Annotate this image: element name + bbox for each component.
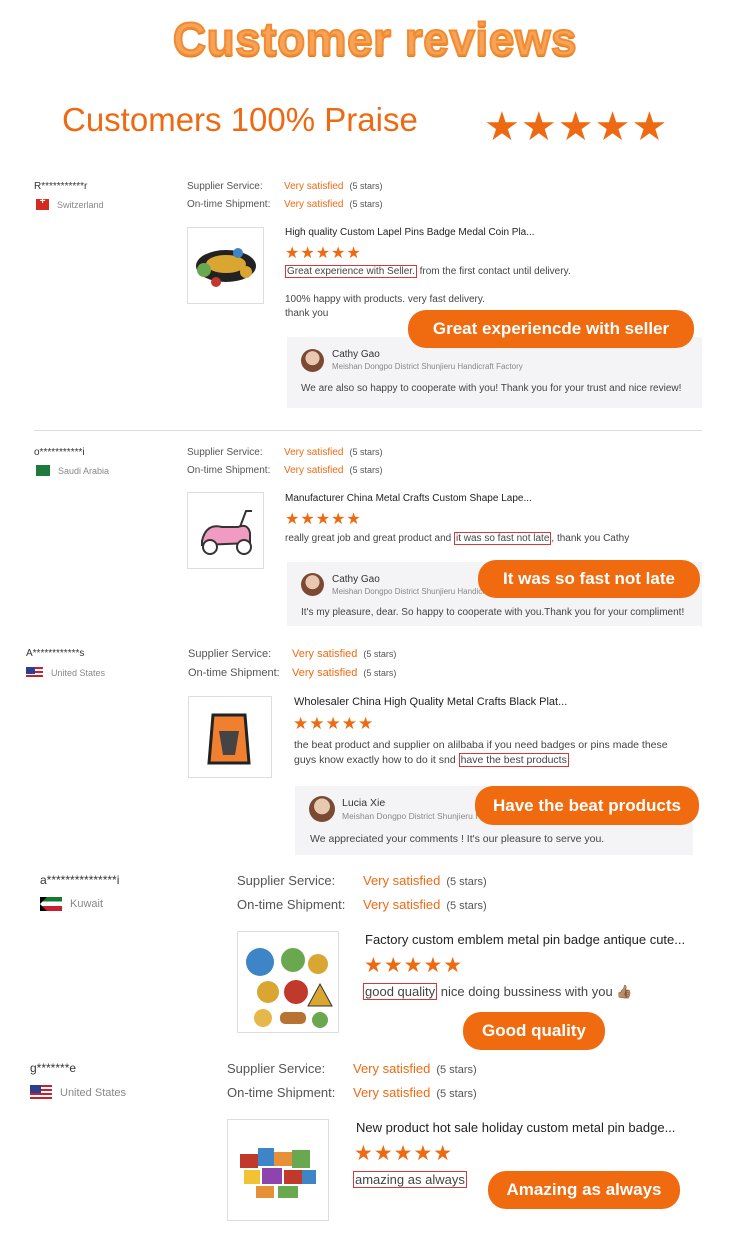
product-thumbnail[interactable]	[188, 696, 272, 778]
product-title[interactable]: High quality Custom Lapel Pins Badge Med…	[285, 227, 565, 238]
product-rating-stars: ★★★★★	[293, 714, 375, 733]
saudi-arabia-flag-icon	[36, 465, 50, 476]
review-tag: Have the beat products	[475, 786, 699, 825]
comment-highlight: have the best products	[458, 753, 569, 767]
holiday-pins-image	[240, 1148, 316, 1198]
product-title[interactable]: Manufacturer China Metal Crafts Custom S…	[285, 493, 565, 504]
country-name: Switzerland	[57, 199, 104, 210]
product-title[interactable]: Wholesaler China High Quality Metal Craf…	[294, 696, 584, 708]
review-comment: guys know exactly how to do it snd have …	[294, 753, 569, 767]
review-tag: Amazing as always	[488, 1171, 680, 1209]
product-rating-stars: ★★★★★	[285, 511, 362, 528]
ontime-shipment-label: On-time Shipment:	[227, 1085, 336, 1100]
country-name: Saudi Arabia	[58, 465, 110, 476]
reply-message: It's my pleasure, dear. So happy to coop…	[301, 607, 685, 618]
ontime-shipment-rating: Very satisfied (5 stars)	[284, 199, 383, 210]
reviewer-name: a***************i	[40, 873, 120, 887]
supplier-service-rating: Very satisfied (5 stars)	[284, 181, 383, 192]
review-comment-line: 100% happy with products. very fast deli…	[285, 294, 485, 305]
supplier-service-label: Supplier Service:	[187, 181, 263, 192]
reviewer-country: United States	[30, 1085, 126, 1100]
ontime-shipment-rating: Very satisfied (5 stars)	[284, 465, 383, 476]
supplier-service-rating: Very satisfied (5 stars)	[292, 648, 397, 660]
review-comment-line: thank you	[285, 308, 329, 319]
comment-highlight: amazing as always	[353, 1171, 467, 1188]
product-rating-stars: ★★★★★	[354, 1142, 454, 1165]
ontime-shipment-label: On-time Shipment:	[187, 199, 271, 210]
country-name: United States	[51, 668, 106, 678]
reviewer-country: Kuwait	[40, 897, 103, 911]
supplier-service-label: Supplier Service:	[227, 1061, 326, 1076]
review-tag: Great experiencde with seller	[408, 310, 694, 348]
kuwait-flag-icon	[40, 897, 62, 911]
review-comment: really great job and great product and i…	[285, 532, 630, 545]
comment-highlight: it was so fast not late	[454, 532, 552, 545]
product-thumbnail[interactable]	[187, 492, 264, 569]
ontime-shipment-label: On-time Shipment:	[187, 465, 271, 476]
country-name: United States	[60, 1086, 127, 1099]
product-title[interactable]: New product hot sale holiday custom meta…	[356, 1120, 696, 1135]
page-title: Customer reviews	[172, 12, 578, 66]
country-name: Kuwait	[70, 898, 104, 910]
ontime-shipment-rating: Very satisfied (5 stars)	[292, 667, 397, 679]
usa-flag-icon	[30, 1085, 52, 1100]
supplier-service-label: Supplier Service:	[237, 873, 336, 888]
review-comment: Great experience with Seller. from the f…	[285, 265, 571, 278]
avatar	[301, 349, 324, 372]
praise-heading: Customers 100% Praise	[62, 101, 418, 138]
review-tag: It was so fast not late	[478, 560, 700, 598]
ontime-shipment-label: On-time Shipment:	[237, 897, 346, 912]
product-title[interactable]: Factory custom emblem metal pin badge an…	[365, 932, 705, 947]
reply-message: We are also so happy to cooperate with y…	[301, 383, 682, 394]
review-comment: good quality nice doing bussiness with y…	[363, 983, 633, 1000]
emblem-pins-image	[246, 948, 333, 1028]
reply-company: Meishan Dongpo District Shunjieru Handic…	[332, 362, 523, 371]
reviewer-country: Saudi Arabia	[36, 465, 109, 476]
comment-highlight: good quality	[363, 983, 438, 1000]
scooter-pin-image	[201, 510, 252, 555]
reviewer-name: A************s	[26, 648, 85, 659]
megaphone-pin-image	[207, 713, 251, 765]
supplier-service-label: Supplier Service:	[188, 648, 272, 660]
product-rating-stars: ★★★★★	[285, 245, 362, 262]
reviewer-name: R***********r	[34, 181, 88, 192]
review-comment: amazing as always	[353, 1171, 467, 1188]
reply-name: Cathy Gao	[332, 574, 380, 585]
pin-badge-image	[196, 248, 256, 287]
product-thumbnail[interactable]	[227, 1119, 329, 1221]
reply-name: Lucia Xie	[342, 797, 386, 809]
reviewer-name: o***********i	[34, 447, 85, 458]
reviewer-name: g*******e	[30, 1061, 77, 1075]
divider	[34, 430, 702, 431]
product-thumbnail[interactable]	[237, 931, 339, 1033]
product-rating-stars: ★★★★★	[364, 954, 464, 977]
avatar	[301, 573, 324, 596]
switzerland-flag-icon	[36, 196, 49, 210]
comment-highlight: Great experience with Seller.	[285, 265, 417, 278]
ontime-shipment-rating: Very satisfied (5 stars)	[353, 1085, 477, 1100]
reply-name: Cathy Gao	[332, 349, 380, 360]
reviewer-country: United States	[26, 667, 105, 679]
review-comment-line: the beat product and supplier on alilbab…	[294, 739, 668, 751]
reviewer-country: Switzerland	[36, 196, 104, 210]
supplier-service-rating: Very satisfied (5 stars)	[363, 873, 487, 888]
supplier-service-rating: Very satisfied (5 stars)	[284, 447, 383, 458]
supplier-service-rating: Very satisfied (5 stars)	[353, 1061, 477, 1076]
review-tag: Good quality	[463, 1012, 605, 1050]
product-thumbnail[interactable]	[187, 227, 264, 304]
usa-flag-icon	[26, 667, 43, 679]
praise-stars: ★★★★★	[484, 105, 669, 149]
ontime-shipment-label: On-time Shipment:	[188, 667, 280, 679]
supplier-service-label: Supplier Service:	[187, 447, 263, 458]
avatar	[309, 796, 335, 822]
reply-message: We appreciated your comments ! It's our …	[310, 833, 605, 845]
ontime-shipment-rating: Very satisfied (5 stars)	[363, 897, 487, 912]
